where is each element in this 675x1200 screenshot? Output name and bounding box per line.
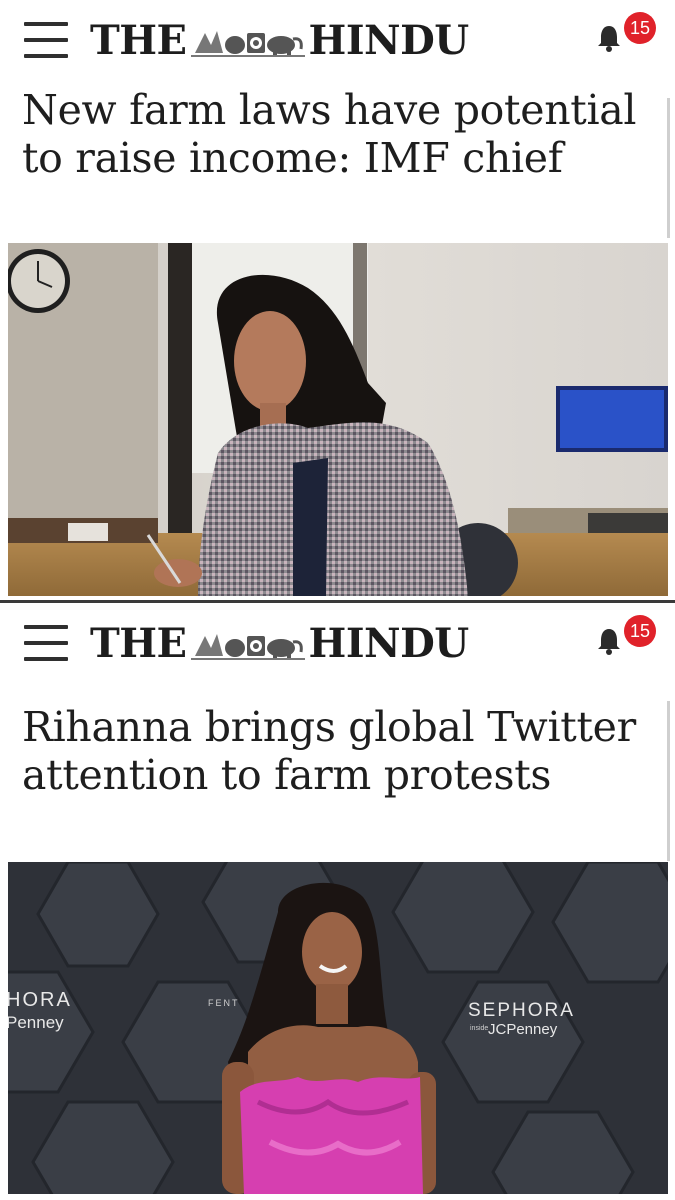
notification-badge: 15 xyxy=(624,12,656,44)
article-screen-2: THE HINDU 15 Rihanna brings global Twitt… xyxy=(0,603,675,1200)
masthead-the: THE xyxy=(90,620,187,667)
bell-icon[interactable] xyxy=(596,627,622,655)
top-app-bar: THE HINDU 15 xyxy=(0,0,675,80)
backdrop-text: HORA xyxy=(8,989,72,1011)
masthead-the: THE xyxy=(90,17,187,64)
bell-icon[interactable] xyxy=(596,24,622,52)
scrollbar[interactable] xyxy=(667,98,670,238)
article-screen-1: THE HINDU 15 New farm laws have potentia… xyxy=(0,0,675,603)
backdrop-text: JCPenney xyxy=(488,1021,558,1038)
article-headline[interactable]: New farm laws have potential to raise in… xyxy=(22,86,642,182)
masthead-hindu: HINDU xyxy=(308,620,470,667)
masthead-emblem-icon xyxy=(190,31,305,57)
masthead-hindu: HINDU xyxy=(308,17,470,64)
backdrop-text: inside xyxy=(470,1025,488,1032)
menu-icon[interactable] xyxy=(24,22,68,58)
menu-icon[interactable] xyxy=(24,625,68,661)
backdrop-text: SEPHORA xyxy=(468,1000,575,1021)
backdrop-text: Penney xyxy=(8,1013,64,1032)
article-photo[interactable] xyxy=(8,243,668,596)
top-app-bar: THE HINDU 15 xyxy=(0,603,675,683)
article-photo[interactable]: HORA Penney FENT SEPHORA inside JCPenney xyxy=(8,862,668,1194)
scrollbar[interactable] xyxy=(667,701,670,861)
masthead-logo[interactable]: THE HINDU xyxy=(90,18,469,64)
masthead-emblem-icon xyxy=(190,634,305,660)
article-headline[interactable]: Rihanna brings global Twitter attention … xyxy=(22,703,642,799)
notification-badge: 15 xyxy=(624,615,656,647)
masthead-logo[interactable]: THE HINDU xyxy=(90,621,469,667)
backdrop-text: FENT xyxy=(208,998,240,1008)
